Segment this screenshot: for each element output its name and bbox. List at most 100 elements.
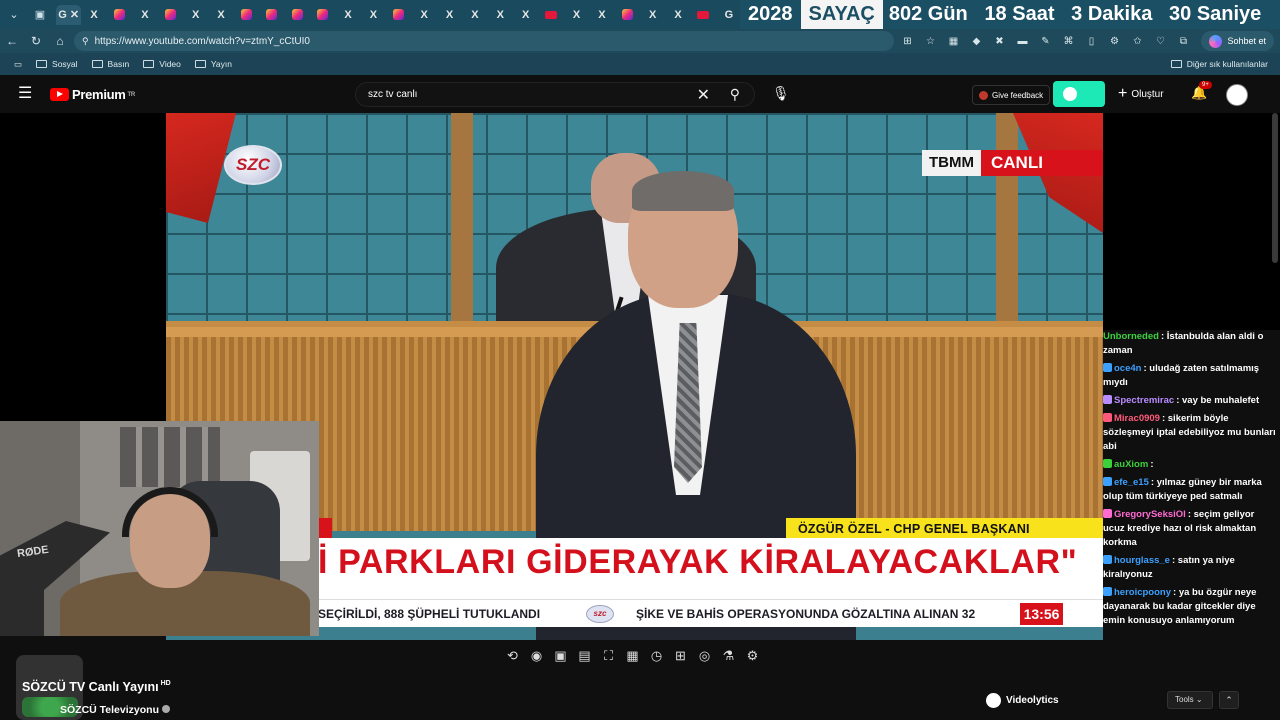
create-button[interactable]: + Oluştur	[1118, 85, 1164, 103]
tab-x[interactable]: X	[437, 5, 462, 25]
favorites-icon[interactable]: ✩	[1130, 34, 1145, 49]
extension-icon[interactable]: ⚙	[1107, 34, 1122, 49]
extension-icon[interactable]: ✎	[1038, 34, 1053, 49]
screenshot-icon[interactable]: ⧉	[1176, 34, 1191, 49]
bookmark-folder-sosyal[interactable]: Sosyal	[36, 59, 78, 69]
bookmark-label: Basın	[107, 59, 130, 69]
videolytics-label: Videolytics	[1006, 695, 1059, 706]
clear-search-icon[interactable]: ✕	[697, 85, 710, 105]
channel-name[interactable]: SÖZCÜ Televizyonu	[60, 704, 170, 716]
bookmark-folder-yayin[interactable]: Yayın	[194, 59, 232, 69]
tab-x[interactable]: X	[411, 5, 436, 25]
extension-toggle[interactable]	[1053, 81, 1105, 107]
avatar[interactable]	[1226, 84, 1248, 106]
countdown-banner: 2028 SAYAÇ 802 Gün 18 Saat 3 Dakika 30 S…	[740, 0, 1280, 29]
tab-instagram[interactable]	[234, 5, 259, 25]
tab-x[interactable]: X	[361, 5, 386, 25]
collections-icon[interactable]: ♡	[1153, 34, 1168, 49]
home-icon[interactable]: ⌂	[48, 34, 72, 48]
chat-badge-icon	[1103, 477, 1112, 486]
tab-x[interactable]: X	[183, 5, 208, 25]
tab-x[interactable]: X	[208, 5, 233, 25]
tab-x[interactable]: X	[462, 5, 487, 25]
collapse-icon[interactable]: ⌃	[1219, 691, 1239, 709]
tab-youtube-active[interactable]: G ✕	[56, 4, 82, 25]
chat-username: hourglass_e	[1114, 555, 1170, 566]
copilot-chat-button[interactable]: Sohbet et	[1201, 31, 1274, 51]
favorite-star-icon[interactable]: ☆	[923, 34, 938, 49]
chat-separator: :	[1150, 459, 1154, 470]
tab-x[interactable]: X	[335, 5, 360, 25]
browser-tab-strip: ⌄ ▣ G ✕ X X X X X X X X X X X X X X X G …	[0, 0, 1280, 29]
live-tag: TBMM CANLI	[922, 150, 1103, 176]
tab-x[interactable]: X	[132, 5, 157, 25]
youtube-logo[interactable]: Premium TR	[50, 87, 135, 102]
tab-instagram[interactable]	[386, 5, 411, 25]
plus-icon: +	[1118, 85, 1128, 102]
tab-instagram[interactable]	[259, 5, 284, 25]
tools-dropdown[interactable]: Tools ⌄	[1167, 691, 1213, 709]
youtube-icon	[545, 10, 558, 19]
create-label: Oluştur	[1131, 88, 1164, 100]
tab-instagram[interactable]	[615, 5, 640, 25]
extension-icon[interactable]: ✖	[992, 34, 1007, 49]
search-input[interactable]: szc tv canlı ✕ ⚲	[355, 82, 755, 107]
speaker-nameplate: ÖZGÜR ÖZEL - CHP GENEL BAŞKANI	[786, 518, 1103, 540]
counter-days: 802 Gün	[888, 3, 968, 25]
extension-icon[interactable]: ▬	[1015, 34, 1030, 49]
tab-instagram[interactable]	[285, 5, 310, 25]
app-icon[interactable]: ⊞	[900, 34, 915, 49]
voice-search-icon[interactable]: 🎙	[772, 85, 790, 102]
instagram-icon	[164, 9, 176, 20]
notifications-icon[interactable]: 🔔 9+	[1191, 81, 1212, 101]
videolytics-panel[interactable]: Videolytics	[986, 693, 1059, 708]
reading-list-icon[interactable]: ▭	[14, 59, 22, 70]
bookmark-folder-basin[interactable]: Basın	[91, 59, 130, 69]
tab-x[interactable]: X	[665, 5, 690, 25]
tab-x[interactable]: X	[81, 5, 106, 25]
chat-message: Mirac0909: sikerim böyle sözleşmeyi ipta…	[1103, 412, 1278, 454]
hamburger-menu-icon[interactable]: ☰	[18, 86, 34, 102]
tab-x[interactable]: X	[564, 5, 589, 25]
other-favorites[interactable]: Diğer sık kullanılanlar	[1170, 59, 1268, 69]
url-field[interactable]: ⚲ https://www.youtube.com/watch?v=ztmY_c…	[74, 31, 894, 51]
give-feedback-button[interactable]: Give feedback	[972, 85, 1051, 105]
tab-instagram[interactable]	[310, 5, 335, 25]
tab-x[interactable]: X	[640, 5, 665, 25]
bookmark-label: Yayın	[210, 59, 232, 69]
extension-icon[interactable]: ▦	[946, 34, 961, 49]
tab-x[interactable]: X	[513, 5, 538, 25]
site-info-icon[interactable]: ⚲	[82, 36, 89, 47]
address-bar-row: ← ↻ ⌂ ⚲ https://www.youtube.com/watch?v=…	[0, 29, 1280, 53]
search-value: szc tv canlı	[368, 89, 418, 100]
workspaces-icon[interactable]: ▣	[28, 3, 52, 27]
tab-x[interactable]: X	[488, 5, 513, 25]
channel-name-text: SÖZCÜ Televizyonu	[60, 704, 159, 716]
reload-icon[interactable]: ↻	[24, 34, 48, 48]
chat-message: efe_e15: yılmaz güney bir marka olup tüm…	[1103, 476, 1278, 504]
hd-badge: HD	[160, 680, 171, 687]
extension-puzzle-icon[interactable]: ⌘	[1061, 34, 1076, 49]
counter-year: 2028	[740, 0, 801, 29]
page-gutter-right	[1103, 113, 1280, 330]
tab-x[interactable]: X	[589, 5, 614, 25]
copilot-icon	[1209, 34, 1223, 48]
tab-youtube[interactable]	[538, 5, 563, 25]
split-screen-icon[interactable]: ▯	[1084, 34, 1099, 49]
notification-badge: 9+	[1199, 81, 1212, 89]
chat-message: heroicpoony: ya bu özgür neye dayanarak …	[1103, 586, 1278, 628]
other-favorites-label: Diğer sık kullanılanlar	[1186, 59, 1268, 69]
tab-actions-icon[interactable]: ⌄	[2, 3, 26, 27]
search-icon[interactable]: ⚲	[730, 86, 740, 103]
wood-pillar	[451, 113, 473, 323]
tab-instagram[interactable]	[158, 5, 183, 25]
tab-youtube[interactable]	[691, 5, 716, 25]
scrollbar[interactable]	[1272, 113, 1278, 263]
tab-instagram[interactable]	[107, 5, 132, 25]
folder-icon	[36, 60, 48, 68]
stream-chat-overlay: Unborneded: İstanbulda alan aldi o zaman…	[1103, 330, 1278, 650]
extension-icon[interactable]: ◆	[969, 34, 984, 49]
tab-google[interactable]: G	[716, 5, 741, 25]
bookmark-folder-video[interactable]: Video	[143, 59, 181, 69]
back-icon[interactable]: ←	[0, 34, 24, 48]
